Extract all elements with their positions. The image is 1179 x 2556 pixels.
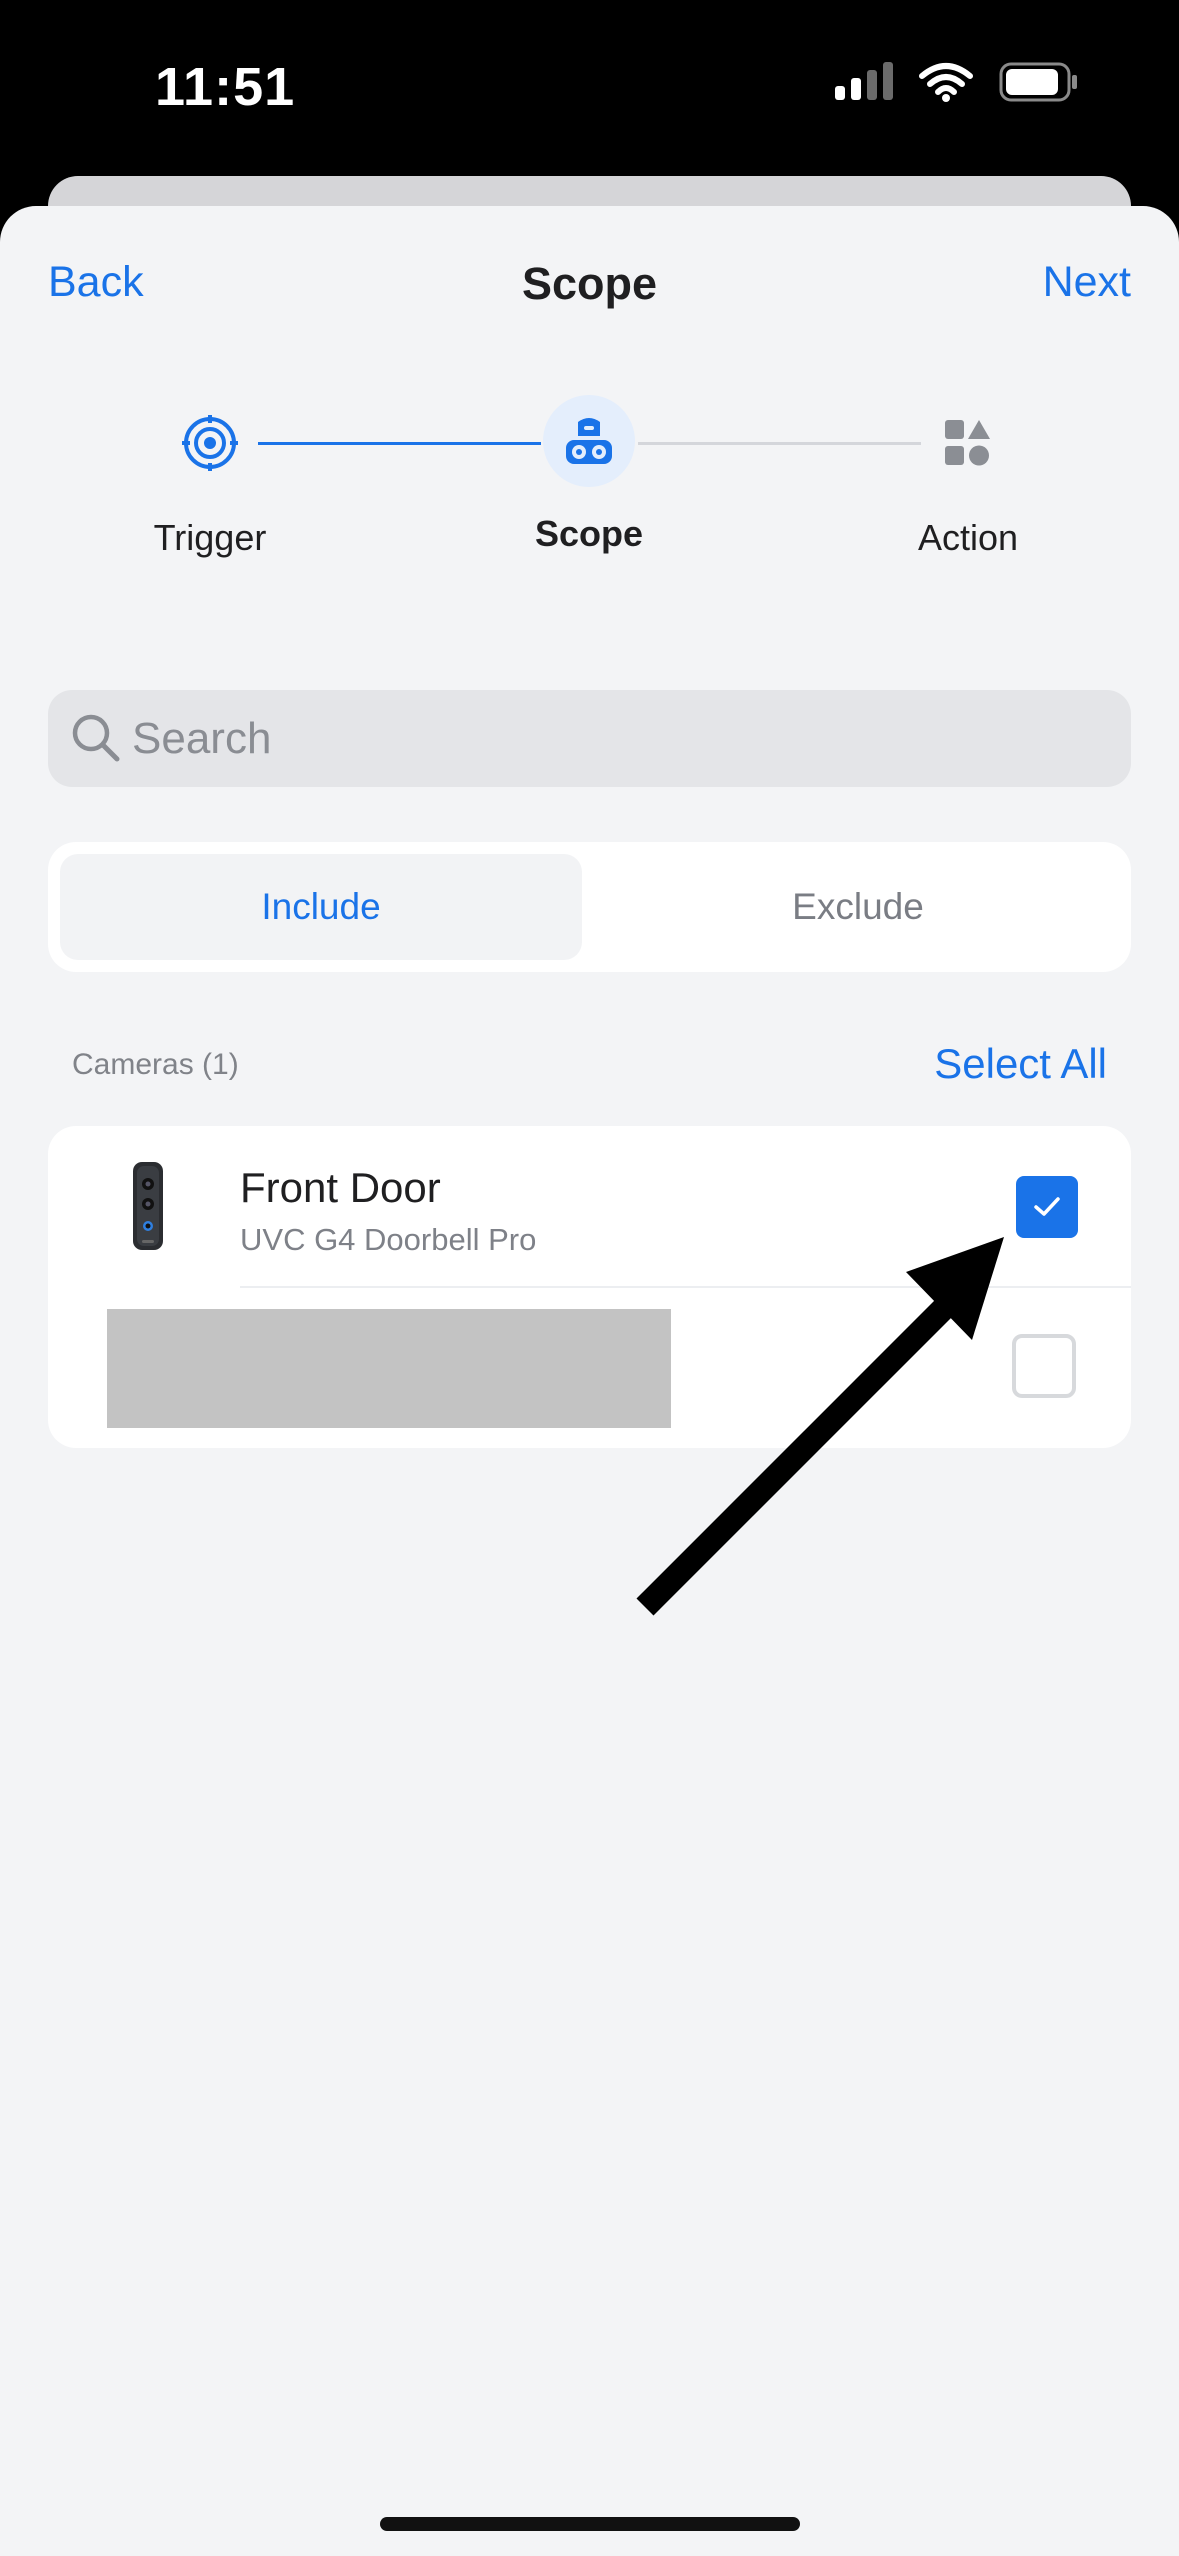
select-all-button[interactable]: Select All	[934, 1040, 1107, 1088]
checkmark-icon	[1034, 1197, 1060, 1216]
back-button[interactable]: Back	[48, 258, 144, 307]
doorbell-camera-icon	[133, 1162, 163, 1250]
step-scope[interactable]: Scope	[449, 395, 729, 555]
search-input[interactable]	[132, 690, 1092, 787]
target-icon	[182, 415, 238, 471]
step-label-scope: Scope	[534, 513, 644, 554]
wifi-icon	[919, 63, 973, 102]
step-label-trigger: Trigger	[153, 517, 267, 558]
step-action[interactable]: Action	[828, 395, 1108, 559]
page-title: Scope	[521, 258, 658, 309]
status-time: 11:51	[155, 57, 296, 117]
device-checkbox-unchecked[interactable]	[1012, 1334, 1076, 1398]
cellular-signal-icon	[835, 62, 893, 100]
next-button[interactable]: Next	[1043, 258, 1131, 307]
step-trigger[interactable]: Trigger	[70, 395, 350, 559]
status-bar: 11:51	[0, 0, 1179, 176]
search-bar[interactable]	[48, 690, 1131, 787]
home-indicator	[380, 2517, 800, 2531]
list-item[interactable]: Front Door UVC G4 Doorbell Pro	[48, 1126, 1131, 1286]
device-name: Front Door	[240, 1164, 441, 1211]
include-exclude-segmented-control: Include Exclude	[48, 842, 1131, 972]
search-icon	[72, 714, 120, 762]
include-tab[interactable]: Include	[60, 854, 582, 960]
step-indicator: Trigger Scope Action	[0, 395, 1179, 575]
device-checkbox-checked[interactable]	[1016, 1176, 1078, 1238]
status-icons	[835, 62, 1079, 102]
shapes-icon	[945, 420, 990, 466]
redacted-device-block	[107, 1309, 671, 1428]
section-header-cameras: Cameras (1)	[72, 1048, 239, 1081]
camera-list: Front Door UVC G4 Doorbell Pro	[48, 1126, 1131, 1448]
list-item[interactable]	[48, 1288, 1131, 1448]
battery-icon	[999, 62, 1077, 102]
navigation-bar: Scope Back Next	[0, 258, 1179, 318]
step-label-action: Action	[917, 517, 1019, 558]
exclude-tab[interactable]: Exclude	[597, 854, 1119, 960]
device-model: UVC G4 Doorbell Pro	[240, 1222, 537, 1257]
camera-group-icon	[566, 418, 612, 464]
